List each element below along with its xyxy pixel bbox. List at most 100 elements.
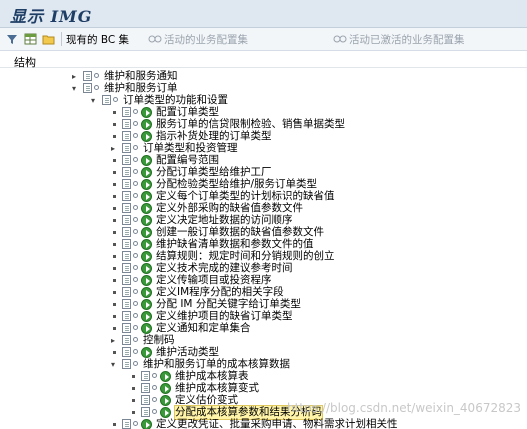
collapse-icon[interactable]: ▾ — [111, 360, 115, 369]
collapse-icon[interactable]: ▾ — [91, 96, 95, 105]
bullet-icon — [113, 219, 116, 222]
document-icon[interactable] — [122, 263, 131, 273]
document-icon[interactable] — [122, 323, 131, 333]
existing-bc-sets-button[interactable]: 现有的 BC 集 — [66, 28, 129, 50]
execute-icon[interactable] — [141, 167, 152, 178]
glasses-icon[interactable] — [133, 241, 138, 246]
folder-icon[interactable] — [42, 28, 55, 50]
glasses-icon[interactable] — [133, 145, 138, 150]
execute-icon[interactable] — [141, 347, 152, 358]
execute-icon[interactable] — [141, 263, 152, 274]
document-icon[interactable] — [122, 347, 131, 357]
grid-icon[interactable] — [24, 28, 37, 50]
img-tree: ▸ 维护和服务通知 ▾ 维护和服务订单 ▾ 订单类型的功能和设置 配置订单类型 服务订单的信贷… — [0, 70, 527, 429]
execute-icon[interactable] — [160, 395, 171, 406]
glasses-icon[interactable] — [133, 349, 138, 354]
execute-icon[interactable] — [141, 179, 152, 190]
document-icon[interactable] — [102, 95, 111, 105]
execute-icon[interactable] — [141, 299, 152, 310]
document-icon[interactable] — [122, 287, 131, 297]
document-icon[interactable] — [122, 419, 131, 429]
toolbar: 现有的 BC 集 活动的业务配置集 活动已激活的业务配置集 — [0, 28, 527, 51]
document-icon[interactable] — [122, 143, 131, 153]
glasses-icon[interactable] — [133, 157, 138, 162]
glasses-icon[interactable] — [133, 277, 138, 282]
glasses-icon[interactable] — [133, 169, 138, 174]
execute-icon[interactable] — [141, 227, 152, 238]
document-icon[interactable] — [122, 167, 131, 177]
execute-icon[interactable] — [141, 311, 152, 322]
document-icon[interactable] — [141, 407, 150, 417]
document-icon[interactable] — [122, 107, 131, 117]
glasses-icon[interactable] — [133, 337, 138, 342]
execute-icon[interactable] — [141, 323, 152, 334]
tree-node[interactable]: 定义更改凭证、批量采购申请、物料需求计划相关性 — [0, 418, 527, 429]
document-icon[interactable] — [122, 203, 131, 213]
glasses-icon[interactable] — [94, 85, 99, 90]
activated-bc-sets-button[interactable]: 活动已激活的业务配置集 — [333, 28, 465, 50]
glasses-icon[interactable] — [133, 289, 138, 294]
glasses-icon[interactable] — [133, 361, 138, 366]
glasses-icon[interactable] — [133, 229, 138, 234]
execute-icon[interactable] — [141, 239, 152, 250]
document-icon[interactable] — [122, 227, 131, 237]
document-icon[interactable] — [122, 215, 131, 225]
document-icon[interactable] — [122, 299, 131, 309]
glasses-icon[interactable] — [133, 121, 138, 126]
glasses-icon[interactable] — [133, 265, 138, 270]
document-icon[interactable] — [141, 383, 150, 393]
execute-icon[interactable] — [160, 407, 171, 418]
expand-icon[interactable]: ▸ — [72, 72, 76, 81]
glasses-icon[interactable] — [133, 325, 138, 330]
glasses-icon[interactable] — [133, 313, 138, 318]
glasses-icon[interactable] — [133, 109, 138, 114]
glasses-icon[interactable] — [133, 217, 138, 222]
document-icon[interactable] — [122, 131, 131, 141]
execute-icon[interactable] — [141, 203, 152, 214]
document-icon[interactable] — [83, 71, 92, 81]
execute-icon[interactable] — [141, 131, 152, 142]
filter-icon[interactable] — [6, 28, 18, 50]
glasses-icon[interactable] — [152, 385, 157, 390]
document-icon[interactable] — [122, 311, 131, 321]
execute-icon[interactable] — [141, 191, 152, 202]
execute-icon[interactable] — [160, 383, 171, 394]
glasses-icon[interactable] — [152, 409, 157, 414]
document-icon[interactable] — [122, 239, 131, 249]
expand-icon[interactable]: ▸ — [111, 336, 115, 345]
execute-icon[interactable] — [141, 155, 152, 166]
glasses-icon[interactable] — [133, 301, 138, 306]
glasses-icon[interactable] — [152, 373, 157, 378]
glasses-icon[interactable] — [133, 181, 138, 186]
execute-icon[interactable] — [141, 419, 152, 429]
execute-icon[interactable] — [141, 287, 152, 298]
document-icon[interactable] — [122, 155, 131, 165]
glasses-icon[interactable] — [133, 421, 138, 426]
glasses-icon[interactable] — [133, 253, 138, 258]
document-icon[interactable] — [141, 395, 150, 405]
collapse-icon[interactable]: ▾ — [72, 84, 76, 93]
execute-icon[interactable] — [141, 107, 152, 118]
execute-icon[interactable] — [160, 371, 171, 382]
glasses-icon[interactable] — [133, 193, 138, 198]
expand-icon[interactable]: ▸ — [111, 144, 115, 153]
document-icon[interactable] — [122, 251, 131, 261]
glasses-icon[interactable] — [113, 97, 118, 102]
document-icon[interactable] — [83, 83, 92, 93]
document-icon[interactable] — [122, 119, 131, 129]
document-icon[interactable] — [141, 371, 150, 381]
execute-icon[interactable] — [141, 215, 152, 226]
glasses-icon[interactable] — [94, 73, 99, 78]
glasses-icon[interactable] — [152, 397, 157, 402]
glasses-icon[interactable] — [133, 133, 138, 138]
document-icon[interactable] — [122, 191, 131, 201]
execute-icon[interactable] — [141, 275, 152, 286]
document-icon[interactable] — [122, 359, 131, 369]
execute-icon[interactable] — [141, 119, 152, 130]
active-bc-sets-button[interactable]: 活动的业务配置集 — [148, 28, 248, 50]
glasses-icon[interactable] — [133, 205, 138, 210]
document-icon[interactable] — [122, 179, 131, 189]
document-icon[interactable] — [122, 275, 131, 285]
execute-icon[interactable] — [141, 251, 152, 262]
document-icon[interactable] — [122, 335, 131, 345]
